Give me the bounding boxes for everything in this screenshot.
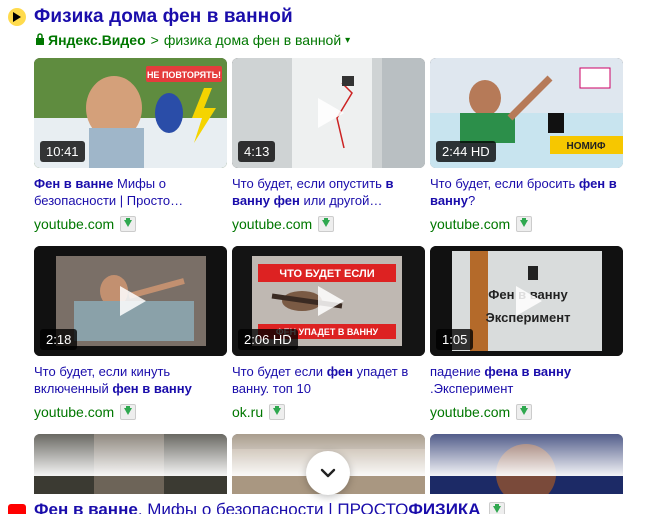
video-card[interactable]: 2:18 Что будет, если кинуть включенный ф…: [34, 246, 227, 421]
next-result-title-bold[interactable]: Фен в ванне: [34, 500, 138, 514]
play-icon: [8, 8, 26, 26]
youtube-icon: [8, 503, 26, 514]
download-icon[interactable]: [120, 216, 137, 232]
video-card[interactable]: НОМИФ 2:44 HD Что будет, если бросить фе…: [430, 58, 623, 233]
download-icon[interactable]: [516, 404, 533, 420]
video-thumbnail[interactable]: ЧТО БУДЕТ ЕСЛИ ФЕН УПАДЕТ В ВАННУ 2:06 H…: [232, 246, 425, 356]
thumbnail-overlay-text: НЕ ПОВТОРЯТЬ!: [147, 70, 221, 80]
thumbnail-overlay-text: НОМИФ: [566, 141, 606, 152]
video-card[interactable]: Фен в ванну Эксперимент 1:05 падение фен…: [430, 246, 623, 421]
download-icon[interactable]: [120, 404, 137, 420]
next-result-title-bold2[interactable]: ФИЗИКА: [408, 500, 480, 514]
video-source[interactable]: youtube.com: [430, 216, 510, 232]
video-card[interactable]: ЧТО БУДЕТ ЕСЛИ ФЕН УПАДЕТ В ВАННУ 2:06 H…: [232, 246, 425, 421]
video-description[interactable]: падение фена в ванну .Эксперимент: [430, 363, 623, 397]
result-title-link[interactable]: Физика дома фен в ванной: [34, 6, 293, 28]
video-duration: 10:41: [40, 141, 85, 162]
video-duration: 1:05: [436, 329, 474, 350]
video-duration: 2:44 HD: [436, 141, 496, 162]
download-icon[interactable]: [269, 404, 286, 420]
video-description[interactable]: Что будет, если бросить фен в ванну?: [430, 175, 623, 209]
play-icon[interactable]: [312, 284, 346, 318]
result-header: Физика дома фен в ванной Яндекс.Видео > …: [8, 6, 658, 50]
video-source[interactable]: youtube.com: [34, 404, 114, 420]
video-thumbnail[interactable]: Фен в ванну Эксперимент 1:05: [430, 246, 623, 356]
video-description[interactable]: Что будет, если опустить в ванну фен или…: [232, 175, 425, 209]
video-source[interactable]: youtube.com: [232, 216, 312, 232]
breadcrumb[interactable]: физика дома фен в ванной: [164, 32, 341, 48]
video-thumbnail[interactable]: 2:18: [34, 246, 227, 356]
source-link[interactable]: Яндекс.Видео: [48, 32, 146, 48]
video-description[interactable]: Фен в ванне Мифы о безопасности | Просто…: [34, 175, 227, 209]
video-source[interactable]: youtube.com: [430, 404, 510, 420]
video-source[interactable]: ok.ru: [232, 404, 263, 420]
thumbnail-overlay-text: ЧТО БУДЕТ ЕСЛИ: [279, 268, 374, 280]
video-duration: 2:06 HD: [238, 329, 298, 350]
video-description[interactable]: Что будет если фен упадет в ванну. топ 1…: [232, 363, 425, 397]
video-thumbnail[interactable]: НОМИФ 2:44 HD: [430, 58, 623, 168]
play-icon[interactable]: [312, 96, 346, 130]
video-thumbnail[interactable]: НЕ ПОВТОРЯТЬ! 10:41: [34, 58, 227, 168]
play-icon[interactable]: [510, 284, 544, 318]
play-icon[interactable]: [114, 284, 148, 318]
next-result[interactable]: Фен в ванне . Мифы о безопасности | ПРОС…: [8, 500, 505, 514]
video-source[interactable]: youtube.com: [34, 216, 114, 232]
video-card[interactable]: 4:13 Что будет, если опустить в ванну фе…: [232, 58, 425, 233]
download-icon[interactable]: [488, 502, 505, 514]
download-icon[interactable]: [318, 216, 335, 232]
breadcrumb-separator: >: [150, 32, 159, 48]
chevron-down-icon[interactable]: ▾: [345, 35, 350, 46]
video-card[interactable]: НЕ ПОВТОРЯТЬ! 10:41 Фен в ванне Мифы о б…: [34, 58, 227, 233]
video-duration: 2:18: [40, 329, 78, 350]
video-description[interactable]: Что будет, если кинуть включенный фен в …: [34, 363, 227, 397]
next-result-title[interactable]: . Мифы о безопасности | ПРОСТО: [138, 500, 409, 514]
video-duration: 4:13: [238, 141, 276, 162]
download-icon[interactable]: [516, 216, 533, 232]
chevron-down-icon: [320, 468, 336, 478]
expand-button[interactable]: [306, 451, 350, 495]
video-thumbnail[interactable]: 4:13: [232, 58, 425, 168]
lock-icon: [35, 32, 45, 48]
